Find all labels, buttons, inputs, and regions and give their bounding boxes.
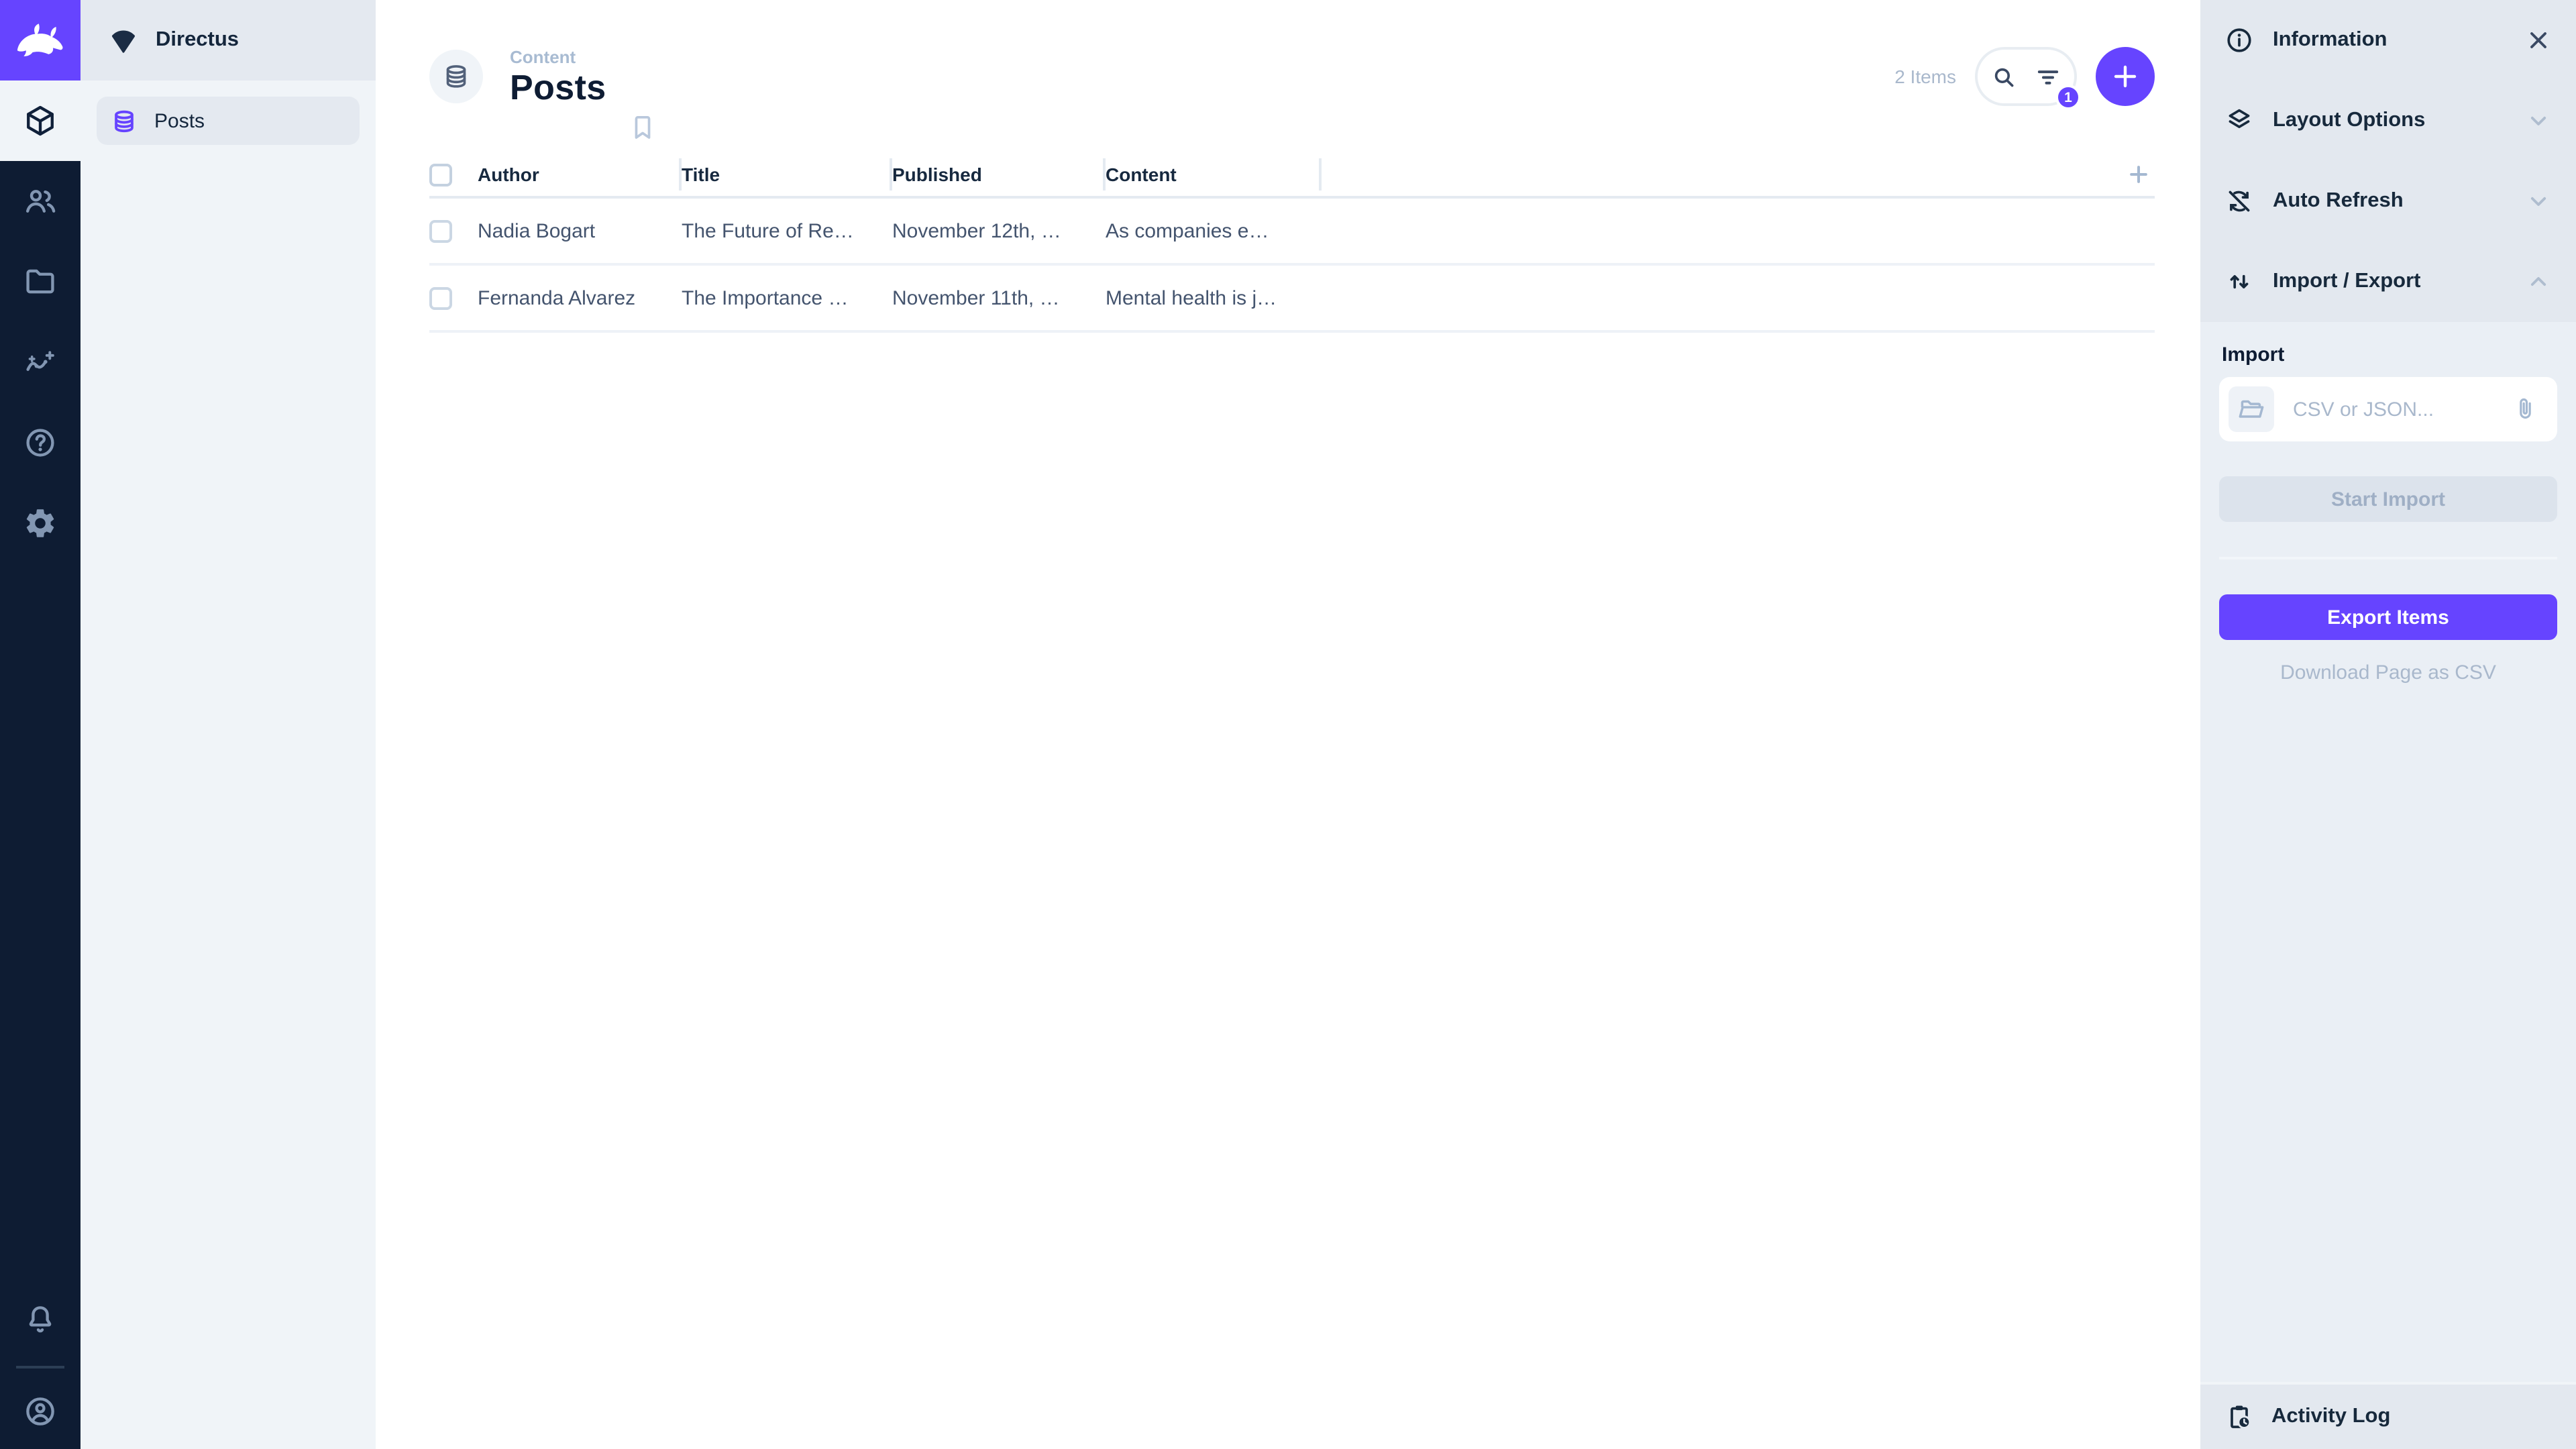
section-label: Auto Refresh	[2273, 189, 2506, 213]
table-row[interactable]: Fernanda Alvarez The Importance … Novemb…	[429, 266, 2155, 333]
row-checkbox[interactable]	[429, 219, 452, 242]
column-separator[interactable]	[1319, 158, 1322, 191]
column-header-title[interactable]: Title	[682, 153, 892, 196]
help-icon	[23, 425, 58, 460]
folder-open-icon	[2229, 386, 2274, 432]
fan-logo-icon	[107, 24, 140, 56]
directus-rabbit-icon	[15, 21, 66, 59]
notifications-button[interactable]	[0, 1280, 80, 1360]
add-column-button[interactable]	[2125, 161, 2152, 188]
page-title: Posts	[510, 70, 606, 105]
activity-log-button[interactable]: Activity Log	[2200, 1382, 2576, 1449]
project-name: Directus	[156, 28, 239, 52]
box-icon	[23, 103, 58, 138]
section-label: Import / Export	[2273, 270, 2506, 294]
import-export-body: Import CSV or JSON... Start Import E	[2200, 322, 2576, 684]
module-bar	[0, 0, 80, 1449]
close-icon[interactable]	[2525, 27, 2552, 54]
database-icon	[110, 107, 138, 135]
sidebar-section-information[interactable]: Information	[2200, 0, 2576, 80]
column-header-author[interactable]: Author	[478, 153, 682, 196]
select-all-checkbox[interactable]	[429, 163, 452, 186]
sidebar-section-import-export[interactable]: Import / Export	[2200, 241, 2576, 322]
project-header[interactable]: Directus	[80, 0, 376, 80]
breadcrumb[interactable]: Content	[510, 48, 606, 66]
sync-disabled-icon	[2224, 186, 2254, 216]
cell-content: Mental health is j…	[1106, 286, 1322, 309]
sidebar-section-auto-refresh[interactable]: Auto Refresh	[2200, 161, 2576, 241]
sidebar-section-layout-options[interactable]: Layout Options	[2200, 80, 2576, 161]
clipboard-clock-icon	[2224, 1402, 2254, 1432]
sidebar-panel: Information Layout Options	[2200, 0, 2576, 1449]
items-count: 2 Items	[1894, 66, 1956, 87]
chevron-down-icon[interactable]	[2525, 107, 2552, 134]
page-header: Content Posts 2 Items	[376, 0, 2200, 153]
export-items-button[interactable]: Export Items	[2219, 594, 2557, 640]
info-icon	[2224, 25, 2254, 55]
import-file-input[interactable]: CSV or JSON...	[2219, 377, 2557, 441]
title-block: Content Posts	[510, 48, 606, 105]
nav-item-label: Posts	[154, 109, 205, 132]
navigation-sidebar: Directus Posts	[80, 0, 376, 1449]
column-header-content[interactable]: Content	[1106, 153, 1322, 196]
cell-author: Nadia Bogart	[478, 219, 682, 242]
directus-app: Directus Posts	[0, 0, 2576, 1449]
import-label: Import	[2222, 343, 2557, 366]
gear-icon	[23, 506, 58, 541]
start-import-button[interactable]: Start Import	[2219, 476, 2557, 522]
module-documentation[interactable]	[0, 402, 80, 483]
cell-title: The Importance …	[682, 286, 892, 309]
cell-published: November 11th, …	[892, 286, 1106, 309]
module-insights[interactable]	[0, 322, 80, 402]
bookmark-icon[interactable]	[628, 113, 657, 142]
bell-icon	[23, 1303, 58, 1338]
chevron-down-icon[interactable]	[2525, 188, 2552, 215]
panel-divider	[2219, 557, 2557, 559]
activity-log-label: Activity Log	[2271, 1405, 2390, 1429]
module-file-library[interactable]	[0, 241, 80, 322]
cell-published: November 12th, …	[892, 219, 1106, 242]
nav-item-posts[interactable]: Posts	[97, 97, 360, 145]
import-export-icon	[2224, 267, 2254, 297]
main-content: Content Posts 2 Items	[376, 0, 2200, 1449]
module-bar-divider	[16, 1366, 64, 1368]
cell-content: As companies e…	[1106, 219, 1322, 242]
layers-icon	[2224, 106, 2254, 136]
section-label: Layout Options	[2273, 109, 2506, 133]
cell-title: The Future of Re…	[682, 219, 892, 242]
collection-icon-circle[interactable]	[429, 50, 483, 103]
section-label: Information	[2273, 28, 2506, 52]
items-table: Author Title Published Content	[429, 153, 2155, 333]
database-icon	[441, 62, 471, 91]
account-button[interactable]	[0, 1374, 80, 1449]
folder-icon	[23, 264, 58, 299]
paperclip-icon	[2512, 396, 2538, 423]
module-user-directory[interactable]	[0, 161, 80, 241]
directus-logo-button[interactable]	[0, 0, 80, 80]
users-icon	[23, 184, 58, 219]
download-csv-link[interactable]: Download Page as CSV	[2219, 661, 2557, 684]
module-settings[interactable]	[0, 483, 80, 564]
add-item-button[interactable]	[2096, 47, 2155, 106]
plus-icon	[2109, 60, 2141, 93]
filter-count-badge[interactable]: 1	[2055, 85, 2081, 110]
module-content[interactable]	[0, 80, 80, 161]
cell-author: Fernanda Alvarez	[478, 286, 682, 309]
filter-icon[interactable]	[2034, 62, 2062, 91]
row-checkbox[interactable]	[429, 286, 452, 309]
plus-icon	[2125, 161, 2152, 188]
insights-icon	[23, 345, 58, 380]
table-header-row: Author Title Published Content	[429, 153, 2155, 199]
search-icon[interactable]	[1990, 62, 2018, 91]
file-input-placeholder: CSV or JSON...	[2293, 398, 2512, 421]
search-filter-pill: 1	[1975, 47, 2077, 106]
table-row[interactable]: Nadia Bogart The Future of Re… November …	[429, 199, 2155, 266]
column-header-published[interactable]: Published	[892, 153, 1106, 196]
account-circle-icon	[23, 1394, 58, 1429]
chevron-up-icon[interactable]	[2525, 268, 2552, 295]
